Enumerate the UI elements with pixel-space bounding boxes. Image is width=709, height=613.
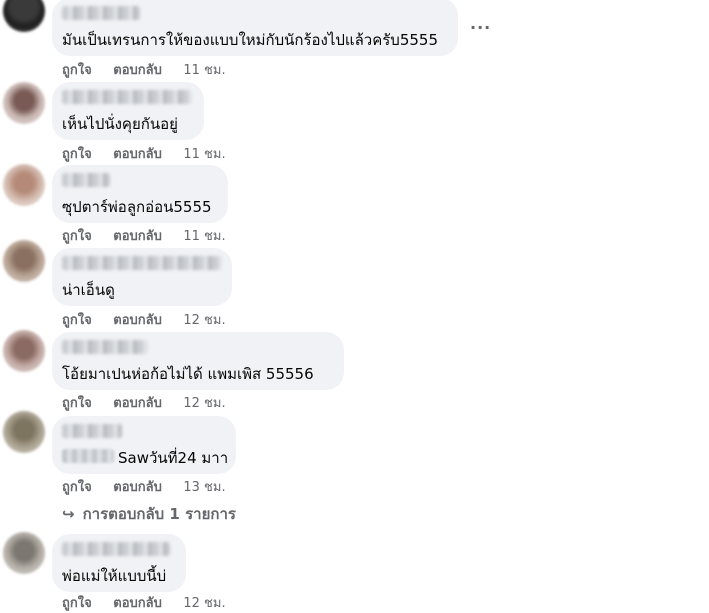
comment-text: น่าเอ็นดู [62,281,115,299]
reply-button[interactable]: ตอบกลับ [113,396,162,411]
comment-text: มันเป็นเทรนการให้ของแบบใหม่กับนักร้องไปแ… [62,31,439,49]
reply-arrow-icon: ↪ [62,505,75,523]
comment-bubble: ซุปตาร์พ่อลูกอ่อน5555 [52,165,228,223]
comment-actions: ถูกใจ ตอบกลับ 12 ชม. [62,392,243,413]
comment-time[interactable]: 11 ชม. [183,63,225,78]
comment-bubble: น่าเอ็นดู [52,248,232,306]
more-options-icon[interactable]: ··· [470,18,491,37]
comment-actions: ถูกใจ ตอบกลับ 12 ชม. [62,309,243,330]
comment-time[interactable]: 11 ชม. [183,229,225,244]
commenter-name[interactable] [62,90,192,104]
commenter-name[interactable] [62,256,222,270]
reply-button[interactable]: ตอบกลับ [113,313,162,328]
comment-time[interactable]: 12 ชม. [183,396,225,411]
avatar[interactable] [3,532,45,574]
like-button[interactable]: ถูกใจ [62,396,92,411]
mention-tag[interactable] [62,449,114,463]
comment-text: Sawวันที่24 มาา [118,449,229,467]
comment-time[interactable]: 12 ชม. [183,313,225,328]
comment-text: เห็นไปนั่งคุยกันอยู่ [62,115,178,133]
like-button[interactable]: ถูกใจ [62,147,92,162]
avatar[interactable] [3,330,45,372]
replies-count-label: การตอบกลับ 1 รายการ [82,505,236,523]
reply-button[interactable]: ตอบกลับ [113,63,162,78]
comment-bubble: โอ้ยมาเปนห่อก้อไม่ได้ แพมเพิส 55556 [52,332,344,390]
comment-bubble: เห็นไปนั่งคุยกันอยู่ [52,82,204,140]
comment-actions: ถูกใจ ตอบกลับ 11 ชม. [62,59,243,80]
avatar[interactable] [3,0,45,32]
comment-time[interactable]: 11 ชม. [183,147,225,162]
avatar[interactable] [3,164,45,206]
comment-time[interactable]: 13 ชม. [183,480,225,495]
comment-bubble: พ่อแม่ให้แบบนี้บ่ [52,534,186,592]
like-button[interactable]: ถูกใจ [62,313,92,328]
comment-actions: ถูกใจ ตอบกลับ 11 ชม. [62,143,243,164]
like-button[interactable]: ถูกใจ [62,63,92,78]
comment-text: โอ้ยมาเปนห่อก้อไม่ได้ แพมเพิส 55556 [62,365,314,383]
like-button[interactable]: ถูกใจ [62,596,92,611]
comment-actions: ถูกใจ ตอบกลับ 12 ชม. [62,592,243,613]
like-button[interactable]: ถูกใจ [62,229,92,244]
comment-bubble: มันเป็นเทรนการให้ของแบบใหม่กับนักร้องไปแ… [52,0,458,56]
commenter-name[interactable] [62,340,148,354]
commenter-name[interactable] [62,424,122,438]
avatar[interactable] [3,82,45,124]
avatar[interactable] [3,240,45,282]
reply-button[interactable]: ตอบกลับ [113,596,162,611]
comment-bubble: Sawวันที่24 มาา [52,416,236,474]
reply-button[interactable]: ตอบกลับ [113,229,162,244]
comment-time[interactable]: 12 ชม. [183,596,225,611]
comment-actions: ถูกใจ ตอบกลับ 13 ชม. [62,476,243,497]
reply-button[interactable]: ตอบกลับ [113,147,162,162]
avatar[interactable] [3,411,45,453]
comment-actions: ถูกใจ ตอบกลับ 11 ชม. [62,225,243,246]
reply-button[interactable]: ตอบกลับ [113,480,162,495]
comment-text: ซุปตาร์พ่อลูกอ่อน5555 [62,198,212,216]
commenter-name[interactable] [62,173,110,187]
like-button[interactable]: ถูกใจ [62,480,92,495]
commenter-name[interactable] [62,542,170,556]
view-replies-link[interactable]: ↪ การตอบกลับ 1 รายการ [62,502,236,526]
commenter-name[interactable] [62,6,140,20]
comment-text: พ่อแม่ให้แบบนี้บ่ [62,567,167,585]
